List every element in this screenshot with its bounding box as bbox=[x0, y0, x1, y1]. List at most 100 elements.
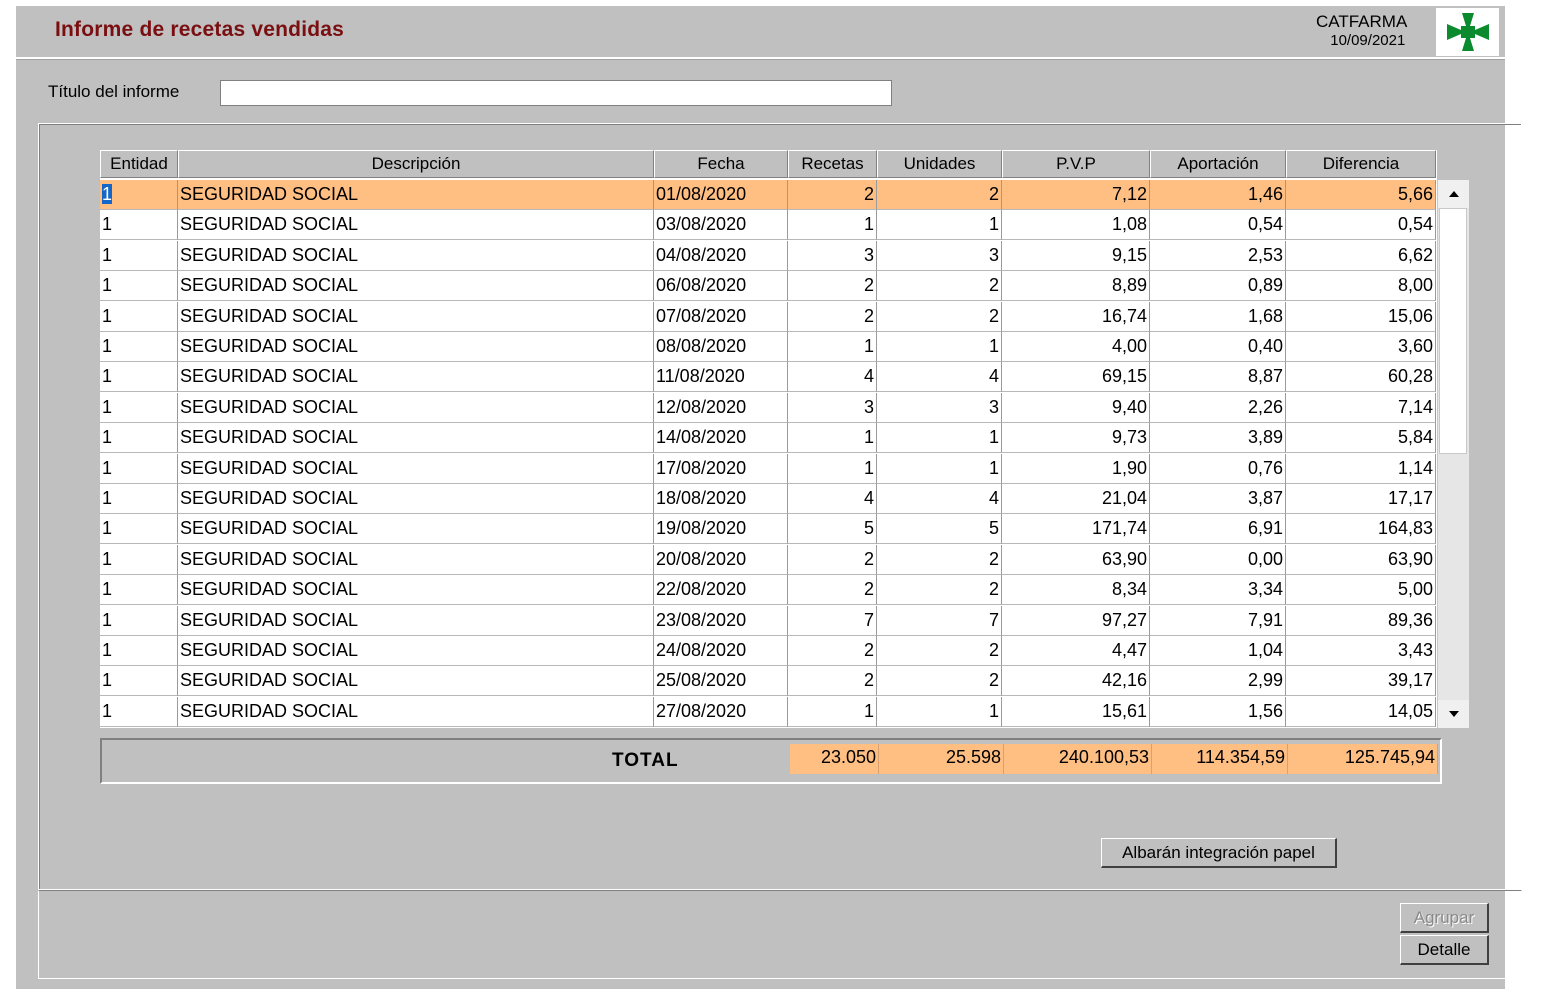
column-header-entidad[interactable]: Entidad bbox=[100, 150, 178, 178]
bottom-panel bbox=[38, 890, 1522, 979]
albaran-integracion-button[interactable]: Albarán integración papel bbox=[1101, 838, 1337, 868]
cell-text: 3 bbox=[988, 396, 999, 417]
cell-aportacion: 1,46 bbox=[1150, 180, 1286, 210]
cell-text: 1 bbox=[988, 700, 999, 721]
cell-text: 1 bbox=[863, 457, 874, 478]
table-row[interactable]: 1 SEGURIDAD SOCIAL 07/08/2020 2 2 16,74 1,68 15… bbox=[100, 301, 1437, 333]
cell-recetas: 4 bbox=[788, 362, 877, 393]
cell-pvp: 7,12 bbox=[1002, 180, 1150, 210]
cell-recetas: 2 bbox=[788, 666, 877, 697]
cell-text: 1 bbox=[102, 670, 113, 691]
cell-text: 8,89 bbox=[1111, 275, 1147, 296]
table-row[interactable]: 1 SEGURIDAD SOCIAL 25/08/2020 2 2 42,16 2,99 39… bbox=[100, 666, 1437, 697]
cell-diferencia: 1,14 bbox=[1286, 453, 1436, 484]
table-row[interactable]: 1 SEGURIDAD SOCIAL 20/08/2020 2 2 63,90 0,00 63… bbox=[100, 544, 1437, 576]
cell-text: SEGURIDAD SOCIAL bbox=[180, 244, 359, 265]
cell-entidad: 1 bbox=[100, 210, 178, 241]
report-title-input[interactable] bbox=[220, 80, 892, 106]
column-header-recetas[interactable]: Recetas bbox=[788, 150, 877, 178]
cell-text: 1 bbox=[102, 244, 113, 265]
cell-text: 164,83 bbox=[1377, 518, 1433, 539]
cell-text: 4,00 bbox=[1111, 336, 1147, 356]
cell-text: 1 bbox=[102, 700, 113, 721]
table-row[interactable]: 1 SEGURIDAD SOCIAL 23/08/2020 7 7 97,27 7,91 89… bbox=[100, 605, 1437, 637]
cell-unidades: 3 bbox=[877, 240, 1002, 271]
column-header-pvp[interactable]: P.V.P bbox=[1002, 150, 1150, 178]
grid-scrollbar[interactable] bbox=[1437, 180, 1469, 728]
cell-recetas: 2 bbox=[788, 301, 877, 332]
cell-unidades: 2 bbox=[877, 301, 1002, 332]
cell-unidades: 1 bbox=[877, 696, 1002, 727]
cell-diferencia: 6,62 bbox=[1286, 240, 1436, 271]
column-header-fecha[interactable]: Fecha bbox=[654, 150, 788, 178]
cell-fecha: 01/08/2020 bbox=[654, 180, 788, 210]
cell-text: 20/08/2020 bbox=[656, 548, 747, 569]
cell-text: 1 bbox=[102, 396, 113, 417]
cell-text: 1 bbox=[102, 427, 113, 448]
cell-entidad: 1 bbox=[100, 696, 178, 727]
table-row[interactable]: 1 SEGURIDAD SOCIAL 12/08/2020 3 3 9,40 2,26 7,1… bbox=[100, 392, 1437, 424]
cell-recetas: 4 bbox=[788, 484, 877, 514]
totals-bar: TOTAL 23.050 25.598 240.100,53 114.354,5… bbox=[100, 738, 1442, 784]
page-title: Informe de recetas vendidas bbox=[55, 18, 345, 41]
table-row[interactable]: 1 SEGURIDAD SOCIAL 19/08/2020 5 5 171,74 6,91 1… bbox=[100, 514, 1437, 545]
cell-descripcion: SEGURIDAD SOCIAL bbox=[178, 301, 654, 332]
cell-text: SEGURIDAD SOCIAL bbox=[180, 184, 359, 204]
column-header-descripcion[interactable]: Descripción bbox=[178, 150, 654, 178]
brand-block: CATFARMA 10/09/2021 bbox=[1316, 12, 1407, 50]
cell-aportacion: 1,68 bbox=[1150, 301, 1286, 332]
detalle-button[interactable]: Detalle bbox=[1400, 935, 1489, 965]
header-bar: Informe de recetas vendidas CATFARMA 10/… bbox=[16, 6, 1505, 59]
cell-pvp: 16,74 bbox=[1002, 301, 1150, 332]
cell-text: 1 bbox=[863, 214, 874, 235]
pharmacy-cross-logo bbox=[1436, 8, 1499, 56]
column-header-aportacion[interactable]: Aportación bbox=[1150, 150, 1286, 178]
table-row[interactable]: 1 SEGURIDAD SOCIAL 04/08/2020 3 3 9,15 2,53 6,6… bbox=[100, 240, 1437, 272]
table-row[interactable]: 1 SEGURIDAD SOCIAL 27/08/2020 1 1 15,61 1,56 14… bbox=[100, 696, 1437, 728]
cell-aportacion: 2,99 bbox=[1150, 666, 1286, 697]
cell-text: 1 bbox=[988, 457, 999, 478]
cell-text: 2 bbox=[863, 305, 874, 326]
cell-pvp: 15,61 bbox=[1002, 696, 1150, 727]
cell-text: 24/08/2020 bbox=[656, 640, 747, 660]
table-row[interactable]: 1 SEGURIDAD SOCIAL 22/08/2020 2 2 8,34 3,34 5,0… bbox=[100, 575, 1437, 606]
cell-text: 1 bbox=[863, 427, 874, 448]
table-row[interactable]: 1 SEGURIDAD SOCIAL 01/08/2020 2 2 7,12 1,46 5,6… bbox=[100, 180, 1437, 211]
cell-pvp: 4,00 bbox=[1002, 332, 1150, 362]
cell-descripcion: SEGURIDAD SOCIAL bbox=[178, 362, 654, 393]
cell-text: 1,04 bbox=[1247, 640, 1283, 660]
column-header-diferencia[interactable]: Diferencia bbox=[1286, 150, 1436, 178]
cell-pvp: 4,47 bbox=[1002, 636, 1150, 666]
table-row[interactable]: 1 SEGURIDAD SOCIAL 06/08/2020 2 2 8,89 0,89 8,0… bbox=[100, 271, 1437, 302]
total-unidades: 25.598 bbox=[879, 744, 1004, 774]
table-row[interactable]: 1 SEGURIDAD SOCIAL 03/08/2020 1 1 1,08 0,54 0,5… bbox=[100, 210, 1437, 241]
prescriptions-grid[interactable]: Entidad Descripción Fecha Recetas Unidades P.… bbox=[100, 150, 1437, 728]
cell-unidades: 5 bbox=[877, 514, 1002, 545]
cell-descripcion: SEGURIDAD SOCIAL bbox=[178, 180, 654, 210]
cell-text: 06/08/2020 bbox=[656, 275, 747, 296]
cell-text: SEGURIDAD SOCIAL bbox=[180, 700, 359, 721]
cell-text: 23/08/2020 bbox=[656, 609, 747, 630]
table-row[interactable]: 1 SEGURIDAD SOCIAL 14/08/2020 1 1 9,73 3,89 5,8… bbox=[100, 423, 1437, 454]
column-header-unidades[interactable]: Unidades bbox=[877, 150, 1002, 178]
table-row[interactable]: 1 SEGURIDAD SOCIAL 18/08/2020 4 4 21,04 3,87 17… bbox=[100, 484, 1437, 515]
cell-unidades: 2 bbox=[877, 575, 1002, 606]
table-row[interactable]: 1 SEGURIDAD SOCIAL 24/08/2020 2 2 4,47 1,04 3,4… bbox=[100, 636, 1437, 667]
cell-diferencia: 63,90 bbox=[1286, 544, 1436, 575]
agrupar-button[interactable]: Agrupar bbox=[1400, 903, 1489, 933]
total-pvp: 240.100,53 bbox=[1004, 744, 1152, 774]
table-row[interactable]: 1 SEGURIDAD SOCIAL 17/08/2020 1 1 1,90 0,76 1,1… bbox=[100, 453, 1437, 485]
cell-fecha: 04/08/2020 bbox=[654, 240, 788, 271]
table-row[interactable]: 1 SEGURIDAD SOCIAL 08/08/2020 1 1 4,00 0,40 3,6… bbox=[100, 332, 1437, 363]
cell-diferencia: 89,36 bbox=[1286, 605, 1436, 636]
cell-text: 1 bbox=[102, 579, 113, 600]
scroll-thumb[interactable] bbox=[1439, 208, 1467, 454]
cell-pvp: 42,16 bbox=[1002, 666, 1150, 697]
cell-unidades: 3 bbox=[877, 392, 1002, 423]
table-row[interactable]: 1 SEGURIDAD SOCIAL 11/08/2020 4 4 69,15 8,87 60… bbox=[100, 362, 1437, 393]
scroll-down-button[interactable] bbox=[1438, 700, 1469, 728]
cell-pvp: 1,08 bbox=[1002, 210, 1150, 241]
scroll-up-button[interactable] bbox=[1438, 180, 1469, 208]
cell-text: 4 bbox=[988, 488, 999, 508]
cell-text: 1 bbox=[102, 457, 113, 478]
